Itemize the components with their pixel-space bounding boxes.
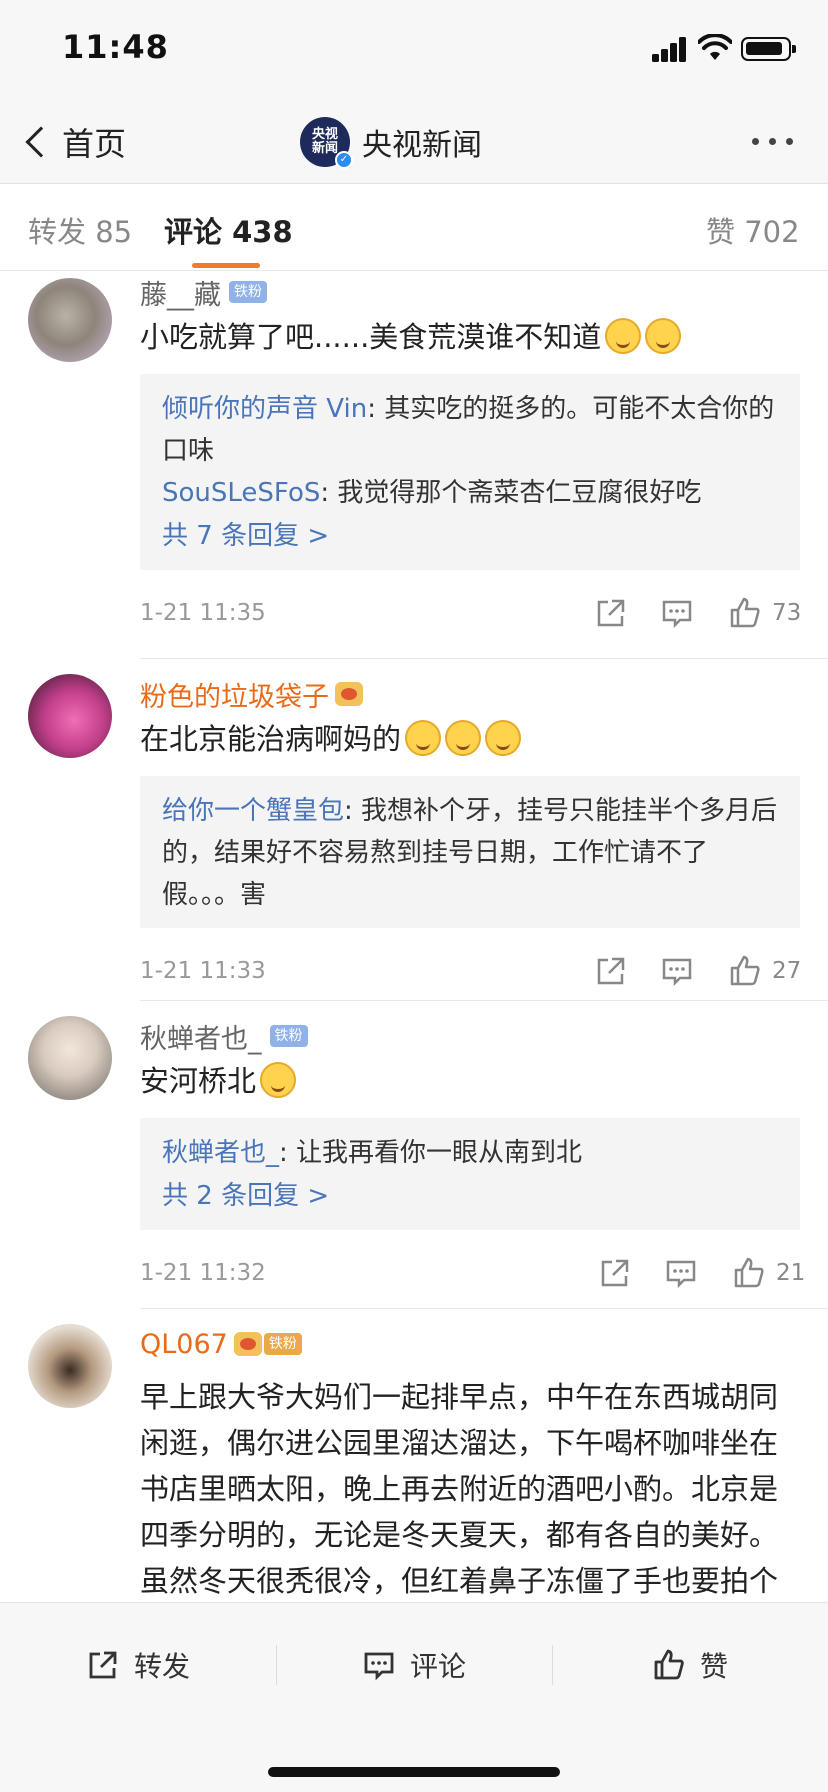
crown-badge-icon	[233, 1332, 262, 1356]
wifi-icon	[698, 34, 732, 60]
reply-box[interactable]: 给你一个蟹皇包: 我想补个牙，挂号只能挂半个多月后的，结果好不容易熬到挂号日期，…	[140, 776, 800, 928]
reply-username[interactable]: 秋蝉者也_	[162, 1138, 279, 1168]
account-header[interactable]: 央视 新闻 ✓ 央视新闻	[300, 114, 482, 170]
status-time: 11:48	[62, 28, 169, 66]
avatar[interactable]	[28, 674, 112, 758]
comment-time: 1-21 11:35	[140, 600, 266, 626]
avatar[interactable]	[28, 278, 112, 362]
more-dot-icon	[786, 138, 793, 145]
comment-text: 安河桥北	[140, 1060, 800, 1102]
cellular-signal-icon	[652, 36, 688, 62]
reply-text: : 我觉得那个斋菜杏仁豆腐很好吃	[320, 478, 702, 508]
sick-emoji-icon	[405, 720, 442, 756]
like-count: 27	[772, 958, 802, 984]
more-replies-link[interactable]: 共 7 条回复 >	[162, 514, 778, 558]
back-label: 首页	[62, 125, 127, 163]
logo-text-bottom: 新闻	[311, 141, 338, 156]
comment-username[interactable]: 藤__藏	[140, 273, 221, 312]
avatar[interactable]	[28, 1324, 112, 1408]
logo-text-top: 央视	[311, 127, 338, 142]
active-tab-indicator	[192, 263, 260, 268]
reply-username[interactable]: SouSLeSFoS	[162, 478, 320, 508]
more-options-button[interactable]	[752, 138, 793, 145]
comment-username[interactable]: QL067	[140, 1329, 228, 1360]
reply-box[interactable]: 倾听你的声音 Vin: 其实吃的挺多的。可能不太合你的口味 SouSLeSFoS…	[140, 374, 800, 570]
comment-icon[interactable]	[664, 1256, 698, 1290]
more-replies-link[interactable]: 共 2 条回复 >	[162, 1174, 778, 1218]
repost-button[interactable]: 转发	[86, 1643, 190, 1687]
divider	[140, 1000, 828, 1001]
crown-badge-icon	[335, 682, 363, 706]
more-dot-icon	[769, 138, 776, 145]
laugh-emoji-icon	[645, 318, 682, 354]
reply-item: 给你一个蟹皇包: 我想补个牙，挂号只能挂半个多月后的，结果好不容易熬到挂号日期，…	[162, 790, 778, 916]
comment-time: 1-21 11:33	[140, 958, 266, 984]
comment-icon[interactable]	[660, 954, 694, 988]
battery-icon	[741, 37, 796, 61]
comment-list: 藤__藏 铁粉 小吃就算了吧......美食荒漠谁不知道 倾听你的声音 Vin:…	[0, 272, 828, 1602]
laugh-emoji-icon	[605, 318, 642, 354]
like-button[interactable]: 赞	[652, 1643, 728, 1687]
comment-text-content: 小吃就算了吧......美食荒漠谁不知道	[140, 320, 602, 354]
fan-badge: 铁粉	[263, 1333, 302, 1355]
like-count: 73	[772, 600, 802, 626]
reply-item: 倾听你的声音 Vin: 其实吃的挺多的。可能不太合你的口味	[162, 388, 778, 472]
account-avatar: 央视 新闻 ✓	[300, 117, 353, 169]
fan-badge: 铁粉	[229, 281, 267, 303]
repost-label: 转发	[134, 1650, 191, 1683]
chevron-left-icon	[25, 126, 57, 158]
comment-text: 早上跟大爷大妈们一起排早点，中午在东西城胡同闲逛，偶尔进公园里溜达溜达，下午喝杯…	[140, 1380, 779, 1598]
reply-box[interactable]: 秋蝉者也_: 让我再看你一眼从南到北 共 2 条回复 >	[140, 1118, 800, 1230]
reply-item: SouSLeSFoS: 我觉得那个斋菜杏仁豆腐很好吃	[162, 472, 778, 514]
comment-text: 在北京能治病啊妈的	[140, 718, 800, 760]
like-icon[interactable]	[728, 596, 762, 630]
like-icon[interactable]	[732, 1256, 766, 1290]
comment-text-content: 安河桥北	[140, 1064, 257, 1098]
tab-repost[interactable]: 转发 85	[28, 209, 132, 251]
comment-text: 小吃就算了吧......美食荒漠谁不知道	[140, 316, 800, 358]
reply-username[interactable]: 给你一个蟹皇包	[162, 796, 344, 826]
share-icon[interactable]	[598, 1256, 632, 1290]
tab-likes[interactable]: 赞 702	[706, 209, 800, 251]
status-bar: 11:48	[0, 0, 828, 100]
comment-label: 评论	[410, 1650, 467, 1683]
divider	[276, 1645, 277, 1685]
tab-bar: 转发 85 评论 438 赞 702	[0, 185, 828, 271]
avatar[interactable]	[28, 1016, 112, 1100]
comment-icon[interactable]	[660, 596, 694, 630]
fan-badge: 铁粉	[269, 1025, 308, 1047]
comment-button[interactable]: 评论	[362, 1643, 466, 1687]
sick-emoji-icon	[485, 720, 522, 756]
back-button[interactable]: 首页	[20, 118, 126, 166]
tab-comments[interactable]: 评论 438	[164, 209, 293, 251]
share-icon[interactable]	[594, 954, 628, 988]
divider	[140, 658, 828, 659]
reply-text: : 让我再看你一眼从南到北	[279, 1138, 583, 1168]
bottom-action-bar: 转发 评论 赞	[0, 1602, 828, 1792]
verified-icon: ✓	[335, 151, 353, 169]
home-indicator[interactable]	[268, 1767, 560, 1777]
account-name: 央视新闻	[362, 128, 482, 163]
comment-icon	[364, 1652, 394, 1681]
like-icon[interactable]	[728, 954, 762, 988]
comment-time: 1-21 11:32	[140, 1260, 266, 1286]
like-icon	[654, 1649, 684, 1680]
reply-username[interactable]: 倾听你的声音 Vin	[162, 394, 367, 424]
share-icon	[89, 1651, 117, 1679]
comment-username[interactable]: 粉色的垃圾袋子	[140, 675, 329, 714]
like-label: 赞	[700, 1650, 729, 1683]
like-count: 21	[776, 1260, 806, 1286]
share-icon[interactable]	[594, 596, 628, 630]
hug-emoji-icon	[260, 1062, 297, 1098]
reply-item: 秋蝉者也_: 让我再看你一眼从南到北	[162, 1132, 778, 1174]
sick-emoji-icon	[445, 720, 482, 756]
divider	[140, 1308, 828, 1309]
comment-text-content: 在北京能治病啊妈的	[140, 722, 402, 756]
more-dot-icon	[752, 138, 759, 145]
nav-bar: 首页 央视 新闻 ✓ 央视新闻	[0, 100, 828, 184]
comment-username[interactable]: 秋蝉者也_	[140, 1017, 262, 1056]
divider	[552, 1645, 553, 1685]
